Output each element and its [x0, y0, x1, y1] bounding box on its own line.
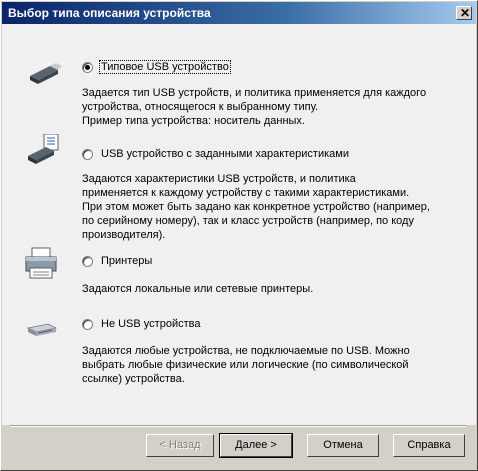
- option-non-usb-description: Задаются любые устройства, не подключаем…: [82, 344, 442, 386]
- device-icon: [26, 323, 58, 336]
- option-custom-usb-description: Задаются характеристики USB устройств, и…: [82, 172, 442, 242]
- printer-icon: [25, 247, 57, 279]
- next-button[interactable]: Далее >: [219, 433, 293, 458]
- option-printers[interactable]: Принтеры: [82, 254, 154, 268]
- radio-printers[interactable]: [82, 255, 93, 267]
- option-printers-description: Задаются локальные или сетевые принтеры.: [82, 282, 442, 296]
- description-line: применяется к каждому устройству с таким…: [82, 187, 410, 199]
- description-line: по серийному номеру), так и класс устрой…: [82, 215, 414, 227]
- radio-custom-usb[interactable]: [82, 148, 93, 160]
- option-printers-label[interactable]: Принтеры: [99, 254, 154, 268]
- option-non-usb[interactable]: Не USB устройства: [82, 317, 202, 331]
- description-line: устройства, относящегося к выбранному ти…: [82, 101, 319, 113]
- back-button[interactable]: < Назад: [146, 434, 214, 457]
- description-line: Пример типа устройства: носитель данных.: [82, 115, 305, 127]
- radio-typical-usb[interactable]: [82, 61, 93, 73]
- option-non-usb-label[interactable]: Не USB устройства: [99, 317, 202, 331]
- dialog-window: Выбор типа описания устройства ✕ Типовое…: [0, 0, 478, 471]
- help-button[interactable]: Справка: [393, 434, 465, 457]
- close-button[interactable]: ✕: [456, 6, 472, 20]
- description-line: Задаются любые устройства, не подключаем…: [82, 345, 410, 357]
- close-icon: ✕: [460, 6, 471, 20]
- radio-non-usb[interactable]: [82, 318, 93, 330]
- option-typical-usb-description: Задается тип USB устройств, и политика п…: [82, 86, 442, 128]
- option-typical-usb-label[interactable]: Типовое USB устройство: [99, 60, 231, 74]
- description-line: Задается тип USB устройств, и политика п…: [82, 87, 427, 99]
- description-line: Задаются локальные или сетевые принтеры.: [82, 283, 314, 295]
- description-line: Задаются характеристики USB устройств, и…: [82, 173, 356, 185]
- option-custom-usb[interactable]: USB устройство с заданными характеристик…: [82, 147, 351, 161]
- description-line: производителя).: [82, 229, 166, 241]
- usb-drive-document-icon: [28, 134, 59, 164]
- title-bar: Выбор типа описания устройства ✕: [2, 2, 476, 24]
- option-typical-usb[interactable]: Типовое USB устройство: [82, 60, 231, 74]
- separator: [10, 425, 466, 427]
- option-custom-usb-label[interactable]: USB устройство с заданными характеристик…: [99, 147, 351, 161]
- description-line: выбрать любые физические или логические …: [82, 359, 409, 371]
- window-title: Выбор типа описания устройства: [8, 6, 211, 20]
- description-line: При этом может быть задано как конкретно…: [82, 201, 430, 213]
- dialog-content: Типовое USB устройство Задается тип USB …: [2, 24, 476, 425]
- description-line: ссылке) устройства.: [82, 373, 185, 385]
- usb-drive-icon: [30, 63, 62, 84]
- cancel-button[interactable]: Отмена: [307, 434, 379, 457]
